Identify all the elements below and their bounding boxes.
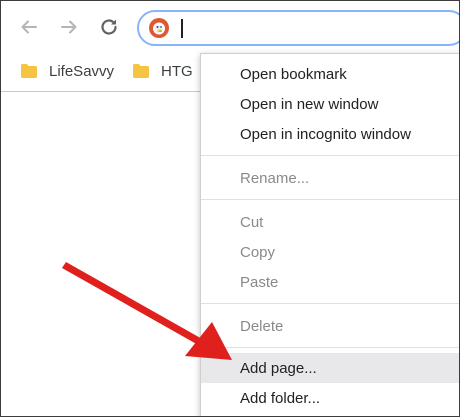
bookmark-label: LifeSavvy [49, 62, 115, 80]
menu-separator [201, 155, 459, 156]
text-caret [181, 19, 183, 38]
bookmark-label: HTG [161, 62, 193, 80]
menu-item-label: Cut [240, 213, 264, 231]
menu-item-label: Rename... [240, 169, 310, 187]
bookmark-context-menu: Open bookmark Open in new window Open in… [200, 53, 459, 416]
menu-item-label: Open in incognito window [240, 125, 411, 143]
bookmark-folder-lifesavvy[interactable]: LifeSavvy [21, 59, 114, 83]
menu-item-copy[interactable]: Copy [201, 237, 459, 267]
menu-item-label: Paste [240, 273, 279, 291]
menu-item-label: Add page... [240, 359, 317, 377]
browser-window: LifeSavvy HTG Open bookmark Open in new … [0, 0, 460, 417]
menu-item-delete[interactable]: Delete [201, 311, 459, 341]
duckduckgo-icon [149, 18, 169, 38]
menu-item-cut[interactable]: Cut [201, 207, 459, 237]
folder-icon [21, 64, 37, 78]
forward-arrow-icon[interactable] [55, 13, 83, 41]
browser-toolbar [1, 1, 459, 53]
back-arrow-icon[interactable] [15, 13, 43, 41]
menu-item-open-new-window[interactable]: Open in new window [201, 89, 459, 119]
folder-icon [133, 64, 149, 78]
menu-item-add-page[interactable]: Add page... [201, 353, 459, 383]
menu-item-label: Open in new window [240, 95, 379, 113]
menu-item-open-incognito[interactable]: Open in incognito window [201, 119, 459, 149]
menu-separator [201, 347, 459, 348]
menu-item-label: Delete [240, 317, 284, 335]
menu-item-rename[interactable]: Rename... [201, 163, 459, 193]
menu-separator [201, 303, 459, 304]
menu-item-add-folder[interactable]: Add folder... [201, 383, 459, 413]
menu-item-label: Copy [240, 243, 276, 261]
menu-item-paste[interactable]: Paste [201, 267, 459, 297]
bookmark-folder-htg[interactable]: HTG [133, 59, 193, 83]
menu-item-open-bookmark[interactable]: Open bookmark [201, 59, 459, 89]
menu-separator [201, 199, 459, 200]
menu-item-label: Add folder... [240, 389, 321, 407]
menu-item-label: Open bookmark [240, 65, 347, 83]
address-bar[interactable] [137, 10, 459, 46]
reload-icon[interactable] [95, 13, 123, 41]
